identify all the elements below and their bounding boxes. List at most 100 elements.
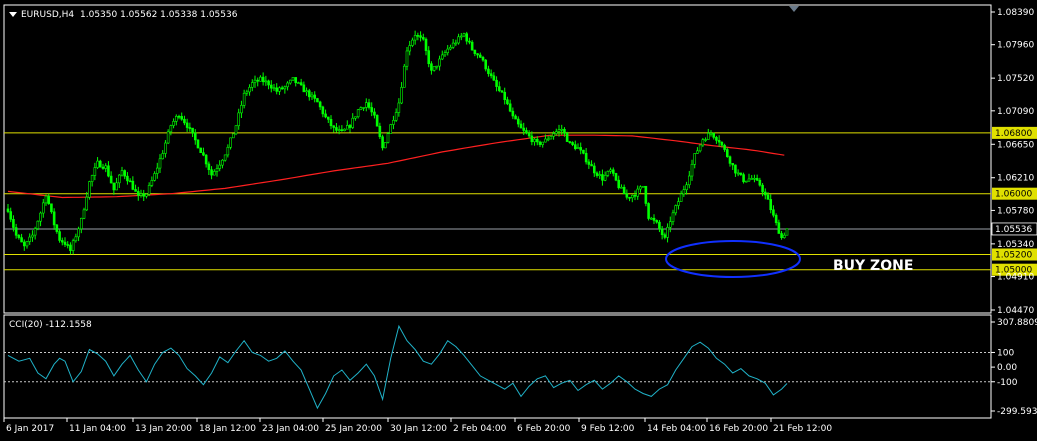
candle-body <box>259 76 262 82</box>
candle-body <box>782 234 786 239</box>
price-tick-label: 1.05340 <box>997 240 1034 250</box>
candle-body <box>199 147 203 153</box>
candle-body <box>516 118 520 125</box>
time-tick-label: 30 Jan 12:00 <box>390 424 447 434</box>
candle-body <box>17 234 21 238</box>
time-tick-label: 11 Jan 04:00 <box>69 424 126 434</box>
time-tick-label: 13 Jan 20:00 <box>135 424 192 434</box>
candle-body <box>750 178 754 180</box>
level-tag-label: 1.06000 <box>995 190 1032 200</box>
candle-body <box>432 66 436 71</box>
candle-body <box>620 186 623 189</box>
candle-body <box>188 127 192 129</box>
candle-body <box>60 240 64 243</box>
candle-body <box>663 234 667 238</box>
candle-body <box>394 112 398 121</box>
candle-body <box>668 221 672 228</box>
candle-body <box>549 136 553 140</box>
candle-body <box>736 172 740 175</box>
candle-body <box>248 86 251 93</box>
candle-body <box>674 205 678 214</box>
candle-body <box>715 137 718 141</box>
candle-body <box>652 217 656 221</box>
candle-body <box>134 189 137 192</box>
candle-body <box>212 171 216 176</box>
candle-body <box>101 166 105 169</box>
candle-body <box>533 138 536 143</box>
candle-body <box>717 140 721 143</box>
candle-body <box>351 117 355 128</box>
candle-body <box>601 174 604 181</box>
candle-body <box>88 181 91 198</box>
candle-body <box>595 172 599 176</box>
candle-body <box>647 203 650 219</box>
cci-tick-label: -299.5937 <box>997 407 1037 417</box>
candle-body <box>210 169 213 176</box>
candle-body <box>340 129 344 132</box>
candle-body <box>337 129 341 131</box>
candle-body <box>223 154 227 161</box>
candle-body <box>557 129 561 132</box>
candle-body <box>725 149 729 157</box>
price-tick-label: 1.07090 <box>997 107 1034 117</box>
candle-body <box>544 138 547 143</box>
candle-body <box>147 184 151 195</box>
candle-body <box>275 87 279 92</box>
candle-body <box>622 186 626 195</box>
candle-body <box>316 98 319 103</box>
candle-body <box>204 154 208 165</box>
candle-body <box>511 110 515 117</box>
candle-body <box>492 75 496 81</box>
candle-body <box>63 241 67 245</box>
price-tick-label: 1.05780 <box>997 206 1034 216</box>
candle-body <box>495 79 498 87</box>
time-tick-label: 14 Feb 04:00 <box>647 424 706 434</box>
candle-body <box>191 127 194 134</box>
candle-body <box>378 125 382 138</box>
candle-body <box>687 175 691 186</box>
candle-body <box>411 39 414 46</box>
candle-body <box>421 37 425 40</box>
candle-body <box>565 133 569 142</box>
candle-body <box>761 184 764 193</box>
candle-body <box>709 132 713 135</box>
candle-body <box>307 90 311 98</box>
candle-body <box>354 116 357 119</box>
candle-body <box>329 119 333 127</box>
candle-body <box>256 79 260 82</box>
candle-body <box>174 115 178 122</box>
chart-window[interactable]: 1.068001.060001.052001.050001.05536 BUY … <box>0 0 1037 441</box>
candle-body <box>584 152 588 163</box>
candle-body <box>402 65 406 88</box>
cci-label: CCI(20) -112.1558 <box>9 320 92 330</box>
price-tick-label: 1.04470 <box>997 306 1034 316</box>
candle-body <box>541 141 545 145</box>
candle-body <box>109 175 113 184</box>
candle-body <box>628 196 631 199</box>
candle-body <box>617 179 621 189</box>
candle-body <box>655 220 659 223</box>
candle-body <box>74 236 78 242</box>
candle-body <box>468 40 471 43</box>
price-tick-label: 1.07960 <box>997 41 1034 51</box>
candle-body <box>96 160 99 168</box>
price-tick-label: 1.04910 <box>997 273 1034 283</box>
candle-body <box>416 35 420 37</box>
candle-body <box>677 201 680 206</box>
candle-body <box>408 45 412 52</box>
candle-body <box>744 180 748 183</box>
candle-body <box>685 184 688 191</box>
candle-body <box>164 142 167 154</box>
candle-body <box>758 179 762 186</box>
candle-body <box>497 86 501 91</box>
candle-body <box>345 125 349 130</box>
candle-body <box>305 90 308 93</box>
candle-body <box>611 169 615 174</box>
candle-body <box>459 35 463 38</box>
candle-body <box>690 163 694 177</box>
candle-body <box>58 231 61 241</box>
candle-body <box>166 131 170 144</box>
candle-body <box>633 194 637 197</box>
candle-body <box>552 133 555 137</box>
level-tag-label: 1.05200 <box>995 251 1032 261</box>
